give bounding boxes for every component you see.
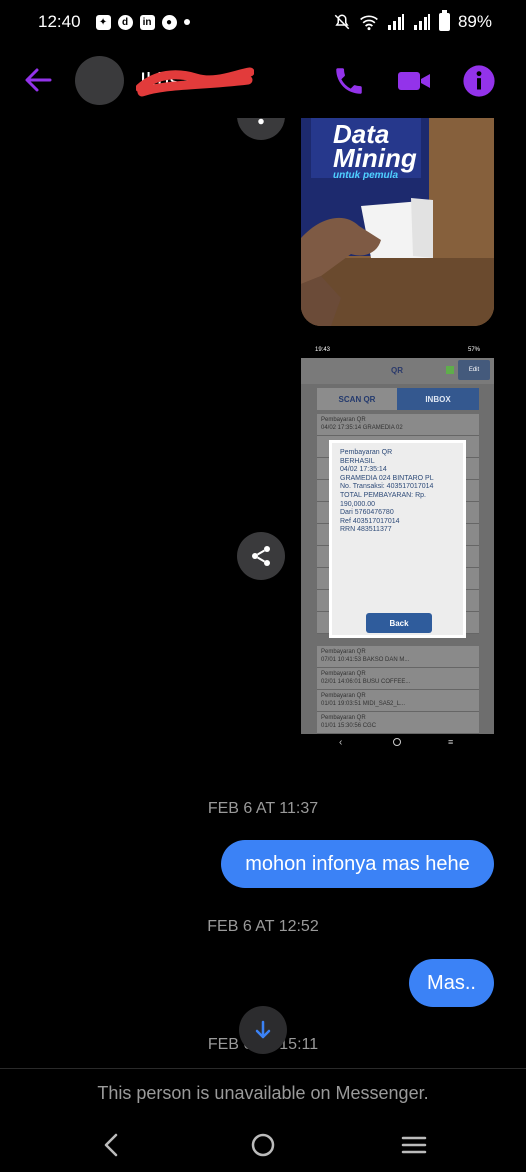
screenshot-list-row: Pembayaran QR 01/01 19:03:51 MIDI_SA52_L… — [317, 690, 479, 712]
screenshot-dialog-text: Pembayaran QR BERHASIL 04/02 17:35:14 GR… — [340, 449, 434, 534]
receipt-screenshot-message[interactable]: 19:43 57% QR Edit SCAN QR INBOX Pembayar… — [301, 344, 494, 752]
unavailable-notice: This person is unavailable on Messenger. — [0, 1068, 526, 1118]
screenshot-nav-home-icon — [393, 738, 401, 746]
book-title: Data Mining untuk pemula — [333, 121, 417, 182]
chat-app-icon: ● — [161, 14, 177, 30]
status-left: 12:40 ✦ d in ● — [38, 12, 190, 32]
status-time: 12:40 — [38, 12, 81, 31]
message-bubble-sent[interactable]: mohon infonya mas hehe — [221, 840, 494, 888]
arrow-down-icon — [255, 1020, 271, 1039]
screenshot-edit-button: Edit — [458, 360, 490, 380]
info-icon[interactable] — [462, 64, 496, 98]
more-notifications-icon — [183, 19, 190, 25]
nav-home-button[interactable] — [248, 1130, 278, 1160]
message-bubble-sent[interactable]: Mas.. — [409, 959, 494, 1007]
contact-avatar[interactable] — [75, 56, 124, 105]
screenshot-time: 19:43 — [315, 347, 331, 353]
screenshot-app-title: QR — [391, 366, 403, 375]
linkedin-icon: in — [139, 14, 155, 30]
screenshot-battery: 57% — [467, 347, 480, 353]
screenshot-green-indicator — [446, 366, 454, 374]
screenshot-status-bar: 19:43 57% — [301, 344, 494, 358]
share-icon — [258, 118, 264, 125]
wifi-icon — [360, 15, 378, 31]
screenshot-list-row: Pembayaran QR 04/02 17:35:14 GRAMEDIA 02 — [317, 414, 479, 436]
message-list[interactable]: Data Mining untuk pemula 19:43 57% QR Ed… — [0, 118, 526, 1068]
screenshot-tab-inbox: INBOX — [397, 388, 479, 410]
redaction-mark — [136, 67, 254, 97]
screenshot-nav-bar: ‹ ≡ — [301, 734, 494, 752]
screenshot-back-button: Back — [366, 613, 432, 633]
screenshot-payment-dialog: Pembayaran QR BERHASIL 04/02 17:35:14 GR… — [329, 440, 466, 638]
phone-icon[interactable] — [332, 64, 366, 98]
signal-2-icon — [413, 14, 430, 30]
book-title-line2: Mining — [333, 143, 417, 173]
book-photo-message[interactable]: Data Mining untuk pemula — [301, 118, 494, 326]
dana-app-icon: d — [117, 14, 133, 30]
message-timestamp: FEB 6 AT 12:52 — [207, 918, 319, 935]
screenshot-list-row: Pembayaran QR 01/01 15:30:56 CGC — [317, 712, 479, 734]
battery-icon — [438, 10, 450, 31]
mute-icon — [334, 14, 350, 30]
status-right: 89% — [333, 10, 492, 32]
system-nav-bar — [0, 1118, 526, 1172]
nav-back-button[interactable] — [97, 1130, 127, 1160]
conversation-header: Ikhsan — [0, 44, 526, 118]
nav-recents-button[interactable] — [399, 1130, 429, 1160]
notification-app-icon: ✦ — [95, 14, 111, 30]
screenshot-nav-recent-icon: ≡ — [448, 737, 454, 747]
share-button-top[interactable] — [237, 118, 285, 140]
share-button[interactable] — [237, 532, 285, 580]
screenshot-tab-scan: SCAN QR — [317, 388, 397, 410]
signal-1-icon — [387, 14, 404, 30]
battery-level: 89% — [457, 12, 492, 31]
share-icon — [252, 546, 270, 566]
scroll-to-bottom-button[interactable] — [239, 1006, 287, 1054]
screenshot-nav-back-icon: ‹ — [339, 737, 343, 748]
screenshot-list-row: Pembayaran QR 02/01 14:06:01 BUSU COFFEE… — [317, 668, 479, 690]
status-bar: 12:40 ✦ d in ● 89% — [0, 0, 526, 44]
screenshot-list-row: Pembayaran QR 07/01 10:41:53 BAKSO DAN M… — [317, 646, 479, 668]
message-timestamp: FEB 6 AT 11:37 — [207, 800, 319, 817]
back-button[interactable] — [22, 64, 54, 96]
video-icon[interactable] — [396, 64, 432, 98]
